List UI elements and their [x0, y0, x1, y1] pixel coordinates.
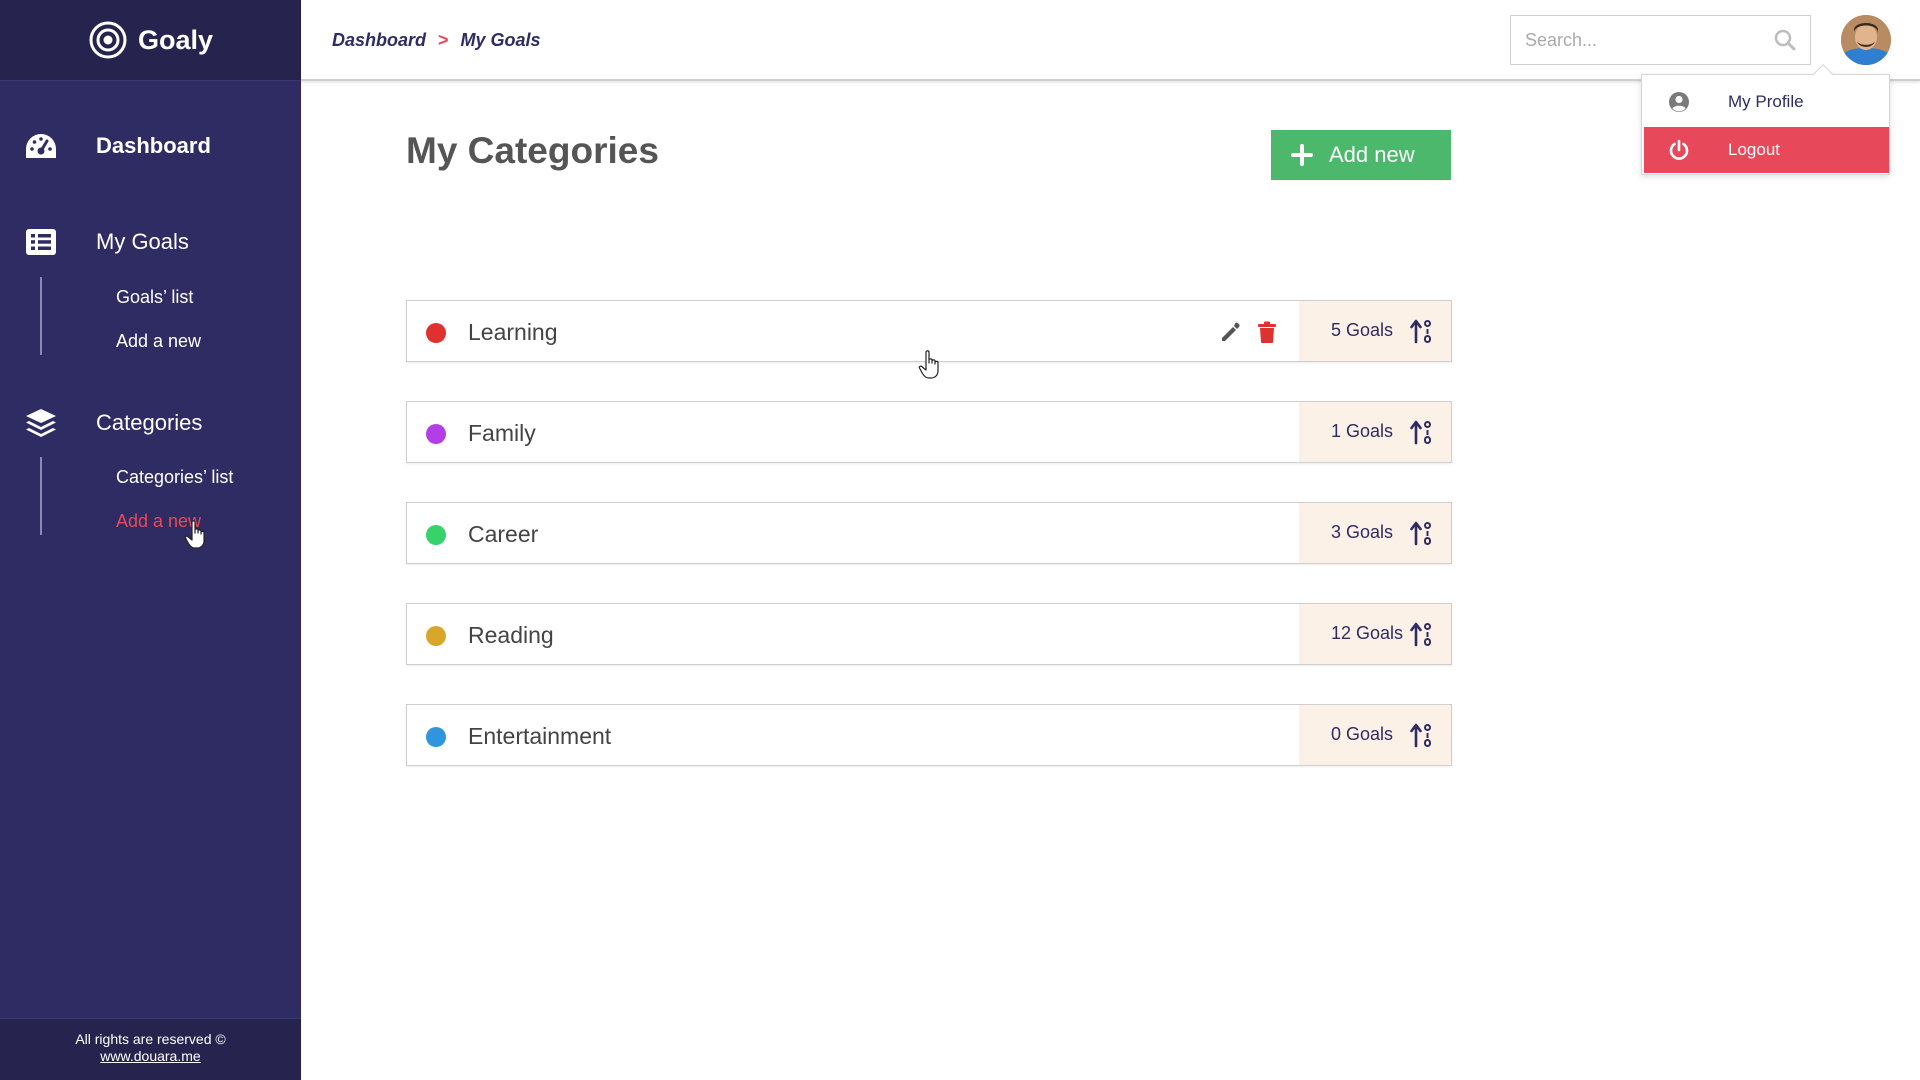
- sidebar-item-my-goals[interactable]: My Goals: [0, 222, 301, 262]
- menu-item-label: My Profile: [1728, 92, 1804, 111]
- plus-icon: [1291, 144, 1313, 166]
- avatar[interactable]: [1841, 15, 1891, 65]
- breadcrumb: Dashboard > My Goals: [332, 30, 541, 51]
- sidebar-subitem-goals-list[interactable]: Goals’ list: [116, 287, 193, 308]
- category-row-family[interactable]: Family 1 Goals: [406, 401, 1452, 463]
- submenu-line: [40, 457, 42, 535]
- power-icon: [1669, 139, 1689, 160]
- sort-icon[interactable]: [1409, 722, 1435, 748]
- category-name: Entertainment: [468, 723, 612, 749]
- trash-icon[interactable]: [1257, 321, 1277, 343]
- sidebar-subitem-categories-list[interactable]: Categories’ list: [116, 467, 233, 488]
- add-new-label: Add new: [1329, 142, 1415, 167]
- category-row-entertainment[interactable]: Entertainment 0 Goals: [406, 704, 1452, 766]
- menu-item-logout[interactable]: Logout: [1644, 127, 1889, 173]
- goals-count: 5 Goals: [1331, 320, 1394, 340]
- footer-link[interactable]: www.douara.me: [0, 1048, 301, 1065]
- category-color-dot: [426, 424, 446, 444]
- hand-cursor-icon: [184, 520, 205, 549]
- sidebar-item-label: My Goals: [96, 229, 189, 254]
- profile-dropdown: My Profile Logout: [1641, 64, 1890, 175]
- speedometer-icon: [24, 129, 58, 163]
- category-color-dot: [426, 626, 446, 646]
- sidebar-item-label: Categories: [96, 410, 203, 435]
- sidebar: Goaly Dashboard My Goals Goals’ list Add…: [0, 0, 301, 1080]
- category-color-dot: [426, 323, 446, 343]
- goals-count-box: 12 Goals: [1299, 604, 1451, 664]
- menu-item-label: Logout: [1728, 140, 1780, 159]
- page-title: My Categories: [406, 130, 659, 171]
- sort-icon[interactable]: [1409, 419, 1435, 445]
- category-color-dot: [426, 525, 446, 545]
- sort-icon[interactable]: [1409, 318, 1435, 344]
- search-box: [1510, 15, 1811, 65]
- goals-count: 0 Goals: [1331, 724, 1394, 744]
- hand-cursor-icon: [918, 350, 939, 379]
- breadcrumb-separator: >: [438, 30, 449, 50]
- list-icon: [24, 225, 58, 259]
- category-name: Career: [468, 521, 539, 547]
- sort-icon[interactable]: [1409, 520, 1435, 546]
- menu-item-my-profile[interactable]: My Profile: [1644, 79, 1889, 125]
- sidebar-subitem-add-goal[interactable]: Add a new: [116, 331, 201, 352]
- category-name: Reading: [468, 622, 554, 648]
- submenu-line: [40, 277, 42, 355]
- brand[interactable]: Goaly: [0, 0, 301, 81]
- target-logo-icon: [89, 21, 127, 59]
- goals-count-box: 0 Goals: [1299, 705, 1451, 765]
- search-input[interactable]: [1511, 16, 1761, 64]
- search-icon[interactable]: [1774, 29, 1796, 51]
- sidebar-item-label: Dashboard: [96, 133, 211, 158]
- sidebar-item-dashboard[interactable]: Dashboard: [0, 126, 301, 166]
- category-name: Learning: [468, 319, 558, 345]
- goals-count: 12 Goals: [1331, 623, 1404, 643]
- top-header: Dashboard > My Goals: [301, 0, 1920, 81]
- breadcrumb-dashboard[interactable]: Dashboard: [332, 30, 426, 51]
- footer: All rights are reserved © www.douara.me: [0, 1018, 301, 1080]
- category-color-dot: [426, 727, 446, 747]
- category-name: Family: [468, 420, 536, 446]
- category-row-reading[interactable]: Reading 12 Goals: [406, 603, 1452, 665]
- goals-count-box: 3 Goals: [1299, 503, 1451, 563]
- breadcrumb-my-goals[interactable]: My Goals: [461, 30, 541, 51]
- add-new-button[interactable]: Add new: [1271, 130, 1451, 180]
- goals-count-box: 1 Goals: [1299, 402, 1451, 462]
- edit-icon[interactable]: [1219, 321, 1241, 343]
- sidebar-item-categories[interactable]: Categories: [0, 403, 301, 443]
- goals-count-box: 5 Goals: [1299, 301, 1451, 361]
- sort-icon[interactable]: [1409, 621, 1435, 647]
- copyright-text: All rights are reserved ©: [75, 1031, 226, 1047]
- brand-name: Goaly: [137, 24, 214, 55]
- category-row-career[interactable]: Career 3 Goals: [406, 502, 1452, 564]
- goals-count: 3 Goals: [1331, 522, 1394, 542]
- goals-count: 1 Goals: [1331, 421, 1394, 441]
- user-circle-icon: [1669, 92, 1689, 112]
- layers-icon: [24, 406, 58, 440]
